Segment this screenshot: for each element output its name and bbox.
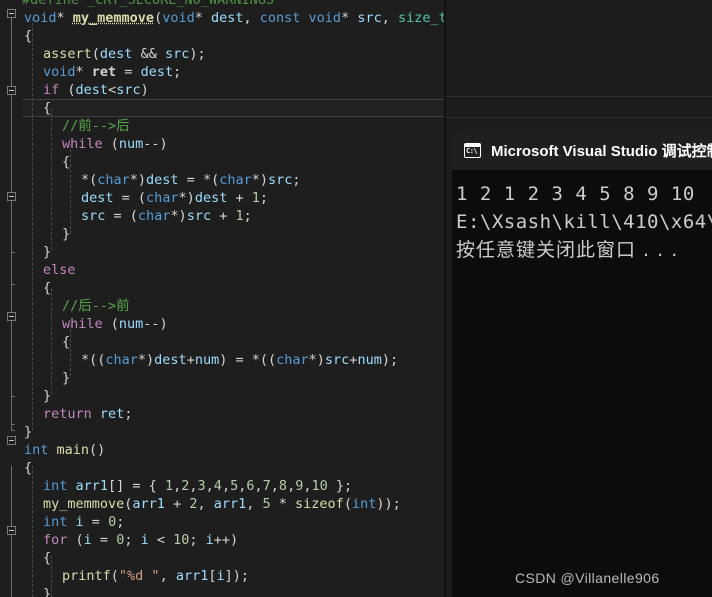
code-line[interactable]: { xyxy=(62,333,70,351)
code-line[interactable]: void* ret = dest; xyxy=(43,63,181,81)
code-editor-pane[interactable]: #define _CRT_SECURE_NO_WARNINGS void* my… xyxy=(0,0,444,597)
code-line[interactable]: { xyxy=(24,459,32,477)
current-line-highlight xyxy=(22,99,444,117)
console-output-area[interactable]: 1 2 1 2 3 4 5 8 9 10 E:\Xsash\kill\410\x6… xyxy=(452,170,712,597)
code-line[interactable]: } xyxy=(43,387,51,405)
code-line[interactable]: { xyxy=(43,549,51,567)
debug-console-window[interactable]: C:\ Microsoft Visual Studio 调试控制台 1 2 1 … xyxy=(452,130,712,597)
code-line[interactable]: for (i = 0; i < 10; i++) xyxy=(43,531,238,549)
screenshot-root: #define _CRT_SECURE_NO_WARNINGS void* my… xyxy=(0,0,712,597)
code-line[interactable]: printf("%d ", arr1[i]); xyxy=(62,567,249,585)
indent-guide xyxy=(51,556,52,597)
code-line[interactable]: { xyxy=(43,279,51,297)
code-line[interactable]: if (dest<src) xyxy=(43,81,149,99)
indent-guide xyxy=(32,466,33,597)
code-line[interactable]: void* my_memmove(void* dest, const void*… xyxy=(24,9,444,27)
backdrop-rule-bottom xyxy=(446,117,712,118)
code-line[interactable]: dest = (char*)dest + 1; xyxy=(81,189,268,207)
code-line[interactable]: int main() xyxy=(24,441,105,459)
code-line[interactable]: } xyxy=(43,585,51,597)
code-line[interactable]: my_memmove(arr1 + 2, arr1, 5 * sizeof(in… xyxy=(43,495,401,513)
code-line[interactable]: } xyxy=(43,243,51,261)
code-line[interactable]: *(char*)dest = *(char*)src; xyxy=(81,171,301,189)
indent-guide xyxy=(32,18,33,430)
code-line[interactable]: } xyxy=(62,369,70,387)
console-output-line: E:\Xsash\kill\410\x64\ xyxy=(456,211,712,233)
code-line[interactable]: while (num--) xyxy=(62,315,168,333)
console-cmd-icon: C:\ xyxy=(464,142,481,158)
code-line[interactable]: return ret; xyxy=(43,405,132,423)
code-line[interactable]: *((char*)dest+num) = *((char*)src+num); xyxy=(81,351,398,369)
code-line[interactable]: src = (char*)src + 1; xyxy=(81,207,252,225)
code-line[interactable]: assert(dest && src); xyxy=(43,45,206,63)
code-line[interactable]: } xyxy=(62,225,70,243)
code-line[interactable]: while (num--) xyxy=(62,135,168,153)
code-text-layer[interactable]: void* my_memmove(void* dest, const void*… xyxy=(0,0,444,597)
code-line[interactable]: { xyxy=(43,99,51,117)
code-line[interactable]: { xyxy=(62,153,70,171)
indent-guide xyxy=(70,144,71,234)
code-line[interactable]: else xyxy=(43,261,76,279)
code-line[interactable]: { xyxy=(24,27,32,45)
indent-guide xyxy=(51,288,52,394)
console-output-line: 按任意键关闭此窗口 . . . xyxy=(456,239,679,261)
console-title-text: Microsoft Visual Studio 调试控制台 xyxy=(491,142,712,160)
code-line[interactable]: //后-->前 xyxy=(62,297,130,315)
indent-guide xyxy=(51,108,52,250)
console-titlebar[interactable]: C:\ Microsoft Visual Studio 调试控制台 xyxy=(452,130,712,170)
code-line[interactable]: int i = 0; xyxy=(43,513,124,531)
backdrop-rule-top xyxy=(446,96,712,97)
console-output-line: 1 2 1 2 3 4 5 8 9 10 xyxy=(456,183,695,205)
csdn-watermark: CSDN @Villanelle906 xyxy=(515,570,660,586)
code-line[interactable]: int arr1[] = { 1,2,3,4,5,6,7,8,9,10 }; xyxy=(43,477,352,495)
indent-guide xyxy=(70,324,71,376)
console-icon-prompt: C:\ xyxy=(466,146,478,155)
code-line[interactable]: } xyxy=(24,423,32,441)
code-line[interactable]: //前-->后 xyxy=(62,117,130,135)
